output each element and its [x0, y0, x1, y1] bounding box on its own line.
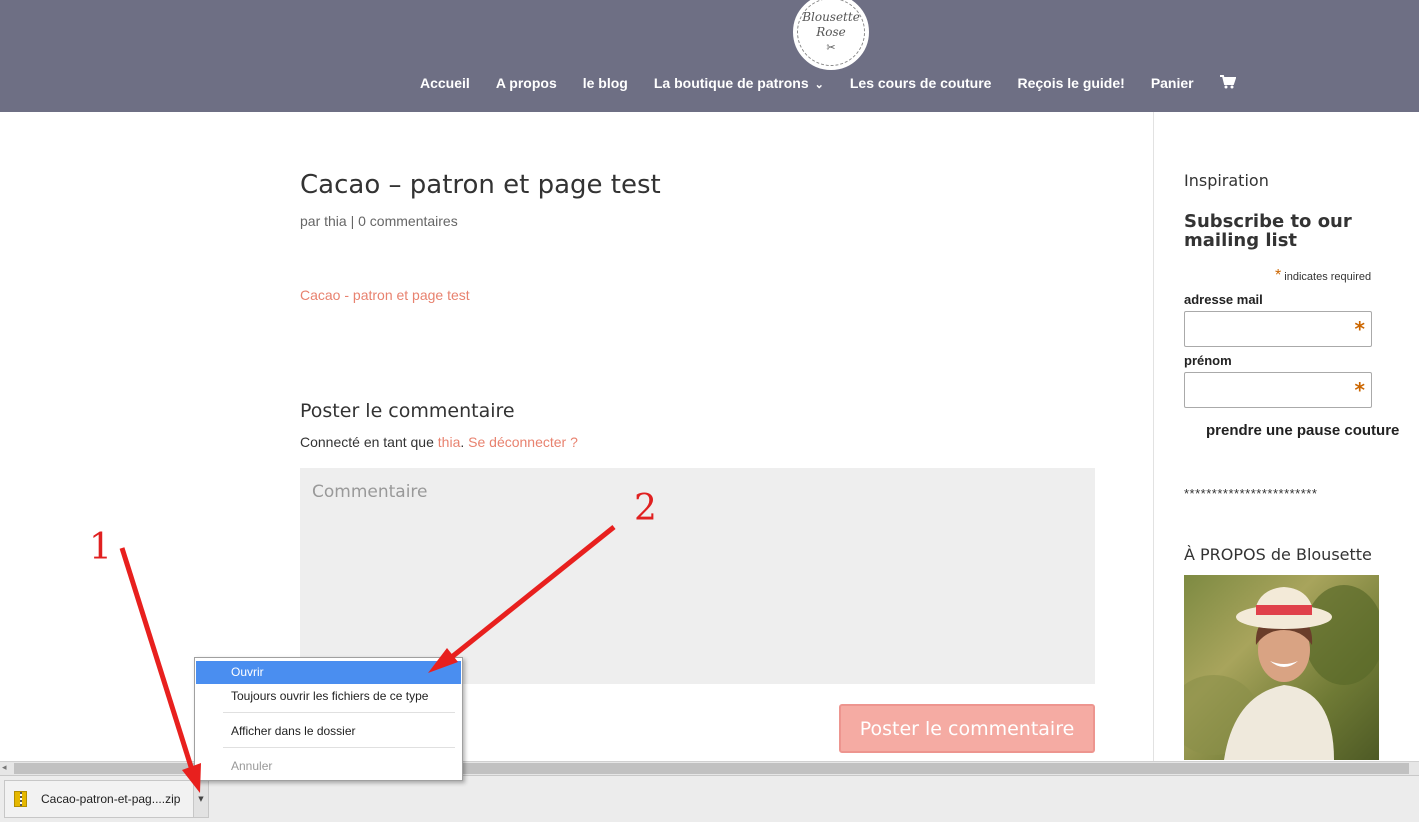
cart-icon[interactable] [1219, 74, 1236, 92]
author-link[interactable]: thia [324, 213, 347, 229]
email-label: adresse mail [1184, 292, 1263, 307]
portrait-illustration [1184, 585, 1379, 760]
logo-text-line1: Blousette [802, 9, 860, 24]
menu-item-open[interactable]: Ouvrir [196, 661, 461, 684]
logo-emblem: Blousette Rose ✂ [797, 0, 865, 66]
scissors-icon: ✂ [826, 40, 836, 54]
meta-prefix: par [300, 213, 321, 229]
about-photo [1184, 575, 1379, 760]
logo-text-line2: Rose [816, 24, 846, 39]
chevron-down-icon: ▼ [198, 795, 204, 803]
logged-in-user-link[interactable]: thia [438, 434, 461, 450]
required-star-icon: * [1275, 267, 1282, 284]
download-context-menu: Ouvrir Toujours ouvrir les fichiers de c… [194, 657, 463, 781]
post-title: Cacao – patron et page test [300, 170, 661, 200]
nav-item-a-propos[interactable]: A propos [496, 75, 557, 91]
download-filename: Cacao-patron-et-pag....zip [41, 792, 181, 806]
menu-item-always-open[interactable]: Toujours ouvrir les fichiers de ce type [196, 685, 461, 708]
site-logo[interactable]: Blousette Rose ✂ [791, 0, 871, 72]
comment-form-heading: Poster le commentaire [300, 400, 515, 422]
arrow-to-download-menu [119, 547, 201, 793]
nav-item-boutique-label: La boutique de patrons [653, 75, 809, 91]
menu-item-show-in-folder[interactable]: Afficher dans le dossier [196, 720, 461, 743]
mailing-list-title: Subscribe to our mailing list [1184, 211, 1352, 251]
main-nav: Accueil A propos le blog La boutique de … [420, 73, 1262, 93]
email-field[interactable]: * [1184, 311, 1372, 347]
scroll-left-icon[interactable]: ◂ [2, 762, 7, 775]
required-note: * indicates required [1275, 267, 1371, 285]
chevron-down-icon: ⌄ [814, 79, 824, 91]
sidebar-inspiration-title: Inspiration [1184, 171, 1269, 190]
menu-item-cancel: Annuler [231, 759, 273, 773]
nav-item-panier[interactable]: Panier [1151, 75, 1194, 91]
subscribe-pause-button[interactable]: prendre une pause couture [1206, 422, 1399, 439]
nav-item-guide[interactable]: Reçois le guide! [1017, 75, 1124, 91]
site-header: Blousette Rose ✂ Accueil A propos le blo… [0, 0, 1419, 112]
nav-item-blog[interactable]: le blog [583, 75, 628, 91]
logged-in-status: Connecté en tant que thia. Se déconnecte… [300, 434, 578, 450]
download-menu-arrow[interactable]: ▼ [194, 780, 209, 818]
required-star-icon: * [1354, 317, 1365, 341]
nav-item-cours[interactable]: Les cours de couture [850, 75, 992, 91]
decorative-stars: ************************ [1184, 486, 1318, 501]
cart-icon-svg [1219, 74, 1236, 88]
comment-placeholder: Commentaire [312, 482, 428, 502]
firstname-field[interactable]: * [1184, 372, 1372, 408]
meta-separator: | [350, 213, 355, 229]
nav-item-accueil[interactable]: Accueil [420, 75, 470, 91]
download-bar: Cacao-patron-et-pag....zip ▼ [0, 775, 1419, 822]
logout-link[interactable]: Se déconnecter ? [468, 434, 578, 450]
annotation-step-2: 2 [634, 488, 657, 529]
sidebar-divider [1153, 112, 1154, 762]
nav-item-boutique[interactable]: La boutique de patrons ⌄ [654, 75, 824, 91]
menu-separator [223, 747, 455, 748]
post-comment-button[interactable]: Poster le commentaire [839, 704, 1095, 753]
download-item[interactable]: Cacao-patron-et-pag....zip [4, 780, 194, 818]
menu-separator [223, 712, 455, 713]
firstname-label: prénom [1184, 353, 1232, 368]
about-title: À PROPOS de Blousette [1184, 545, 1372, 564]
required-star-icon: * [1354, 378, 1365, 402]
pattern-file-link[interactable]: Cacao - patron et page test [300, 287, 470, 303]
annotation-step-1: 1 [89, 527, 112, 568]
comments-count-link[interactable]: 0 commentaires [358, 213, 458, 229]
post-meta: par thia | 0 commentaires [300, 213, 458, 229]
required-note-text: indicates required [1284, 271, 1372, 283]
logged-in-prefix: Connecté en tant que [300, 434, 434, 450]
zip-file-icon [14, 791, 27, 807]
comment-textarea[interactable]: Commentaire [300, 468, 1095, 684]
